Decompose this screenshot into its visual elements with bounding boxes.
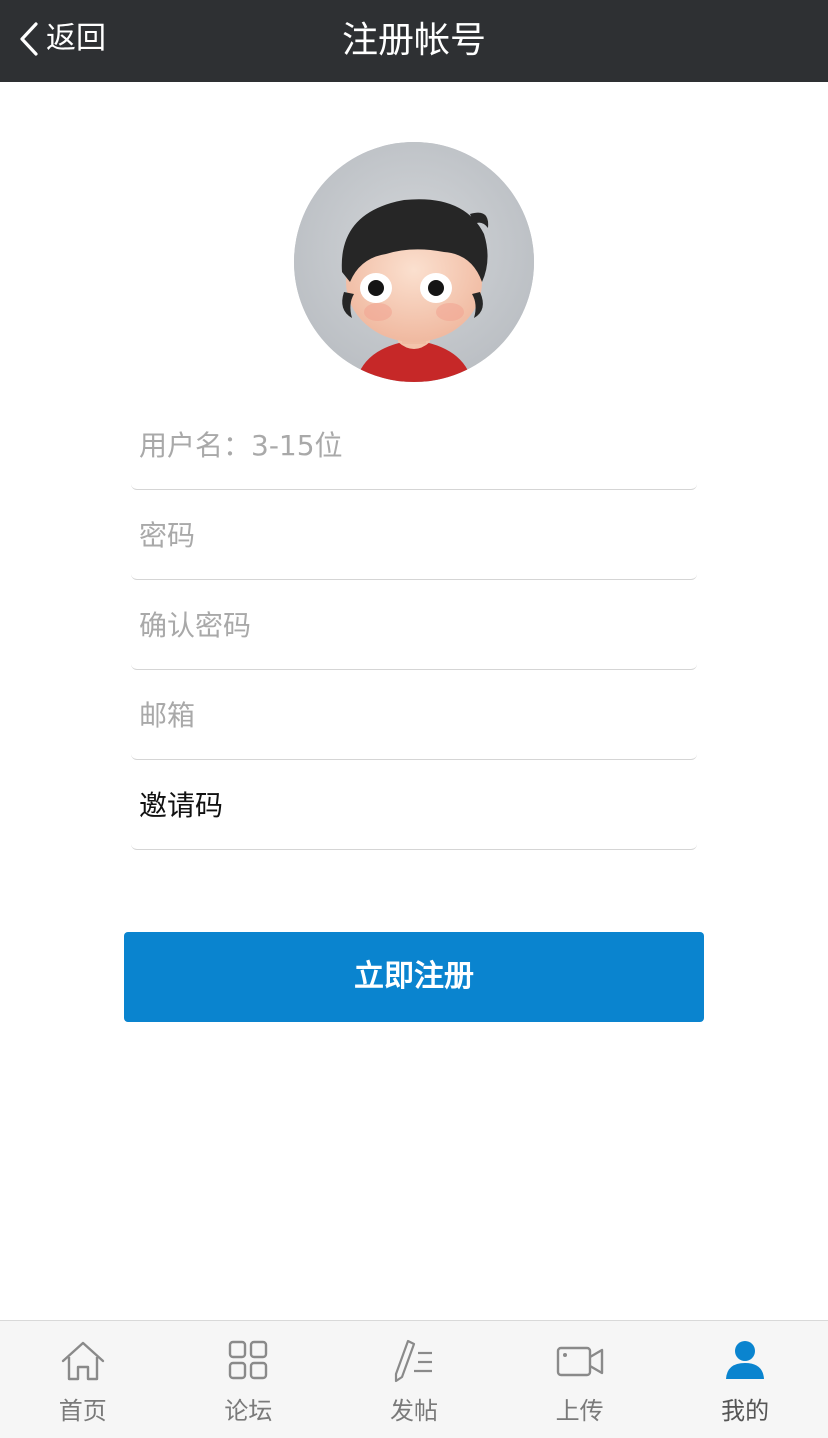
compose-icon: [390, 1339, 438, 1383]
invite-code-input[interactable]: [139, 760, 689, 850]
confirm-password-input[interactable]: [139, 580, 689, 670]
register-button[interactable]: 立即注册: [124, 932, 704, 1022]
username-input[interactable]: [139, 400, 689, 490]
tab-me-label: 我的: [721, 1397, 770, 1425]
tab-post-label: 发帖: [389, 1397, 438, 1425]
tab-forum-label: 论坛: [224, 1397, 273, 1425]
tab-home[interactable]: 首页: [0, 1321, 166, 1438]
user-icon: [721, 1339, 769, 1383]
invite-code-field[interactable]: [131, 760, 697, 850]
password-input[interactable]: [139, 490, 689, 580]
tab-home-label: 首页: [58, 1397, 107, 1425]
confirm-password-field[interactable]: [131, 580, 697, 670]
default-avatar-icon: [294, 142, 534, 382]
bottom-tab-bar: 首页 论坛 发帖 上传 我的: [0, 1320, 828, 1438]
video-camera-icon: [556, 1339, 604, 1383]
tab-forum[interactable]: 论坛: [166, 1321, 332, 1438]
username-field[interactable]: [131, 400, 697, 490]
tab-upload-label: 上传: [555, 1397, 604, 1425]
grid-icon: [224, 1339, 272, 1383]
avatar[interactable]: [294, 142, 534, 382]
email-field[interactable]: [131, 670, 697, 760]
home-icon: [59, 1339, 107, 1383]
top-nav-bar: 返回 注册帐号: [0, 0, 828, 82]
password-field[interactable]: [131, 490, 697, 580]
page-title: 注册帐号: [341, 20, 486, 61]
email-input[interactable]: [139, 670, 689, 760]
tab-me[interactable]: 我的: [662, 1321, 828, 1438]
tab-post[interactable]: 发帖: [331, 1321, 497, 1438]
tab-upload[interactable]: 上传: [497, 1321, 663, 1438]
